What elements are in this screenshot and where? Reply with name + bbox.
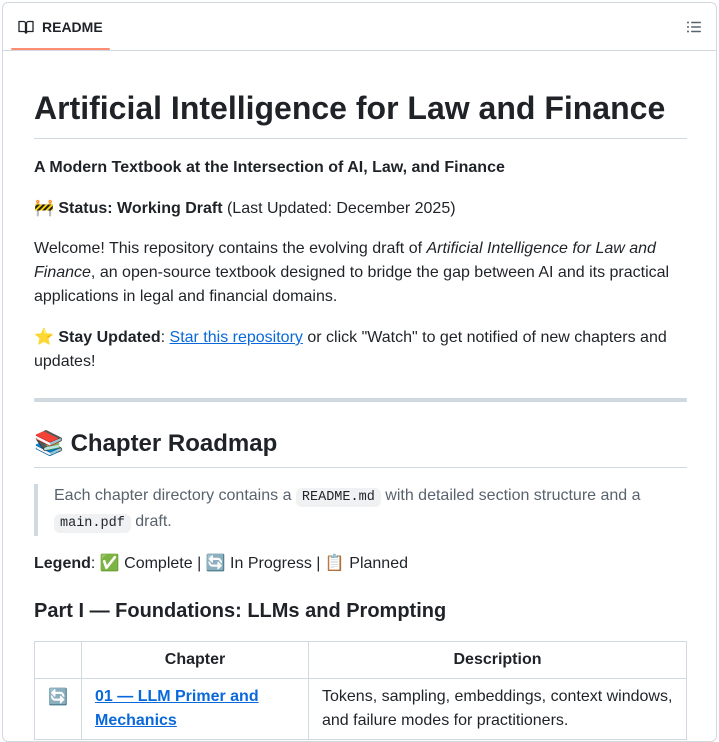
note-text: Each chapter directory contains a (54, 487, 296, 504)
description-cell: Tokens, sampling, embeddings, context wi… (308, 678, 687, 740)
in-progress-icon: 🔄 (34, 678, 82, 740)
star-repository-link[interactable]: Star this repository (170, 329, 303, 346)
active-tab-indicator (11, 48, 110, 50)
subtitle: A Modern Textbook at the Intersection of… (34, 159, 505, 176)
outline-button[interactable] (684, 17, 704, 37)
chapter-cell: 01 — LLM Primer and Mechanics (81, 678, 309, 740)
status-label: Status: Working Draft (58, 200, 223, 217)
note-text-end: draft. (130, 513, 172, 530)
roadmap-note: Each chapter directory contains a README… (34, 484, 687, 536)
roadmap-heading-text: Chapter Roadmap (70, 430, 278, 457)
legend-line: Legend: ✅ Complete | 🔄 In Progress | 📋 P… (34, 552, 687, 576)
welcome-text-rest: , an open-source textbook designed to br… (34, 264, 670, 305)
chapter-column-header: Chapter (81, 641, 309, 679)
star-icon: ⭐ (34, 327, 54, 346)
book-icon (18, 20, 34, 34)
note-text-mid: with detailed section structure and a (380, 487, 641, 504)
tab-readme[interactable]: README (11, 3, 110, 51)
welcome-paragraph: Welcome! This repository contains the ev… (34, 237, 687, 309)
readme-content: Artificial Intelligence for Law and Fina… (34, 51, 687, 740)
readme-tabbar: README (3, 3, 716, 51)
description-column-header: Description (308, 641, 687, 679)
divider (34, 398, 687, 402)
welcome-text: Welcome! This repository contains the ev… (34, 240, 427, 257)
status-column-header (34, 641, 82, 679)
status-detail: (Last Updated: December 2025) (222, 200, 456, 217)
status-line: 🚧 Status: Working Draft (Last Updated: D… (34, 196, 687, 221)
legend-label: Legend (34, 555, 91, 572)
stay-updated-line: ⭐ Stay Updated: Star this repository or … (34, 325, 687, 374)
part1-heading: Part I — Foundations: LLMs and Prompting (34, 600, 447, 622)
books-icon: 📚 (34, 429, 64, 457)
chapter-link[interactable]: 01 — LLM Primer and Mechanics (95, 688, 259, 729)
readme-panel: README Artificial Intelligence for Law a… (2, 2, 717, 742)
table-header-row: Chapter Description (34, 641, 687, 679)
construction-icon: 🚧 (34, 198, 54, 217)
main-pdf-code: main.pdf (54, 514, 131, 533)
stay-updated-label: Stay Updated (58, 329, 161, 346)
page-title: Artificial Intelligence for Law and Fina… (34, 88, 687, 139)
legend-text: : ✅ Complete | 🔄 In Progress | 📋 Planned (90, 555, 408, 572)
table-row: 🔄 01 — LLM Primer and Mechanics Tokens, … (34, 678, 687, 740)
tab-label: README (42, 19, 103, 35)
colon: : (160, 329, 170, 346)
list-unordered-icon (687, 21, 701, 33)
part1-table: Chapter Description 🔄 01 — LLM Primer an… (34, 641, 687, 740)
readme-md-code: README.md (295, 488, 381, 507)
roadmap-heading: 📚 Chapter Roadmap (34, 428, 687, 468)
